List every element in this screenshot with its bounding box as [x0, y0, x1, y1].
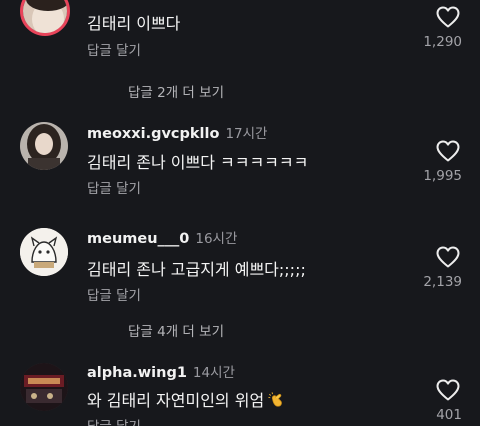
- heart-outline-icon[interactable]: [436, 140, 460, 162]
- reply-button[interactable]: 답글 달기: [87, 177, 141, 197]
- heart-outline-icon[interactable]: [436, 246, 460, 268]
- clapping-hands-emoji: [268, 392, 283, 407]
- comment-text: 와 김태리 자연미인의 위엄: [87, 387, 286, 411]
- comment-text-content: 와 김태리 자연미인의 위엄: [87, 391, 265, 410]
- like-count: 401: [436, 407, 462, 423]
- comments-screen: 김태리 이쁘다 답글 달기 1,290 답글 2개 더 보기 meoxxi.gv…: [0, 0, 480, 426]
- like-count: 1,290: [423, 34, 462, 50]
- comment-text: 김태리 존나 고급지게 예쁘다;;;;;: [87, 260, 306, 279]
- avatar[interactable]: [20, 363, 68, 411]
- reply-button[interactable]: 답글 달기: [87, 284, 141, 304]
- comment-username[interactable]: meumeu___0 16시간: [87, 227, 237, 247]
- comment-time: 16시간: [195, 231, 238, 247]
- heart-outline-icon[interactable]: [436, 6, 460, 28]
- heart-outline-icon[interactable]: [436, 379, 460, 401]
- like-count: 2,139: [423, 274, 462, 290]
- comment-text: 김태리 존나 이쁘다 ㅋㅋㅋㅋㅋㅋ: [87, 153, 309, 172]
- username-text[interactable]: meoxxi.gvcpkllo: [87, 126, 219, 142]
- comment-time: 17시간: [225, 126, 268, 142]
- like-count: 1,995: [423, 168, 462, 184]
- comment-username[interactable]: alpha.wing1 14시간: [87, 361, 235, 381]
- comment-text: 김태리 이쁘다: [87, 14, 181, 33]
- avatar[interactable]: [20, 122, 68, 170]
- comment-username[interactable]: meoxxi.gvcpkllo 17시간: [87, 122, 267, 142]
- avatar[interactable]: [20, 228, 68, 276]
- avatar[interactable]: [20, 0, 70, 36]
- view-more-replies-button[interactable]: 답글 2개 더 보기: [128, 81, 224, 101]
- reply-button[interactable]: 답글 달기: [87, 415, 141, 426]
- comment-time: 14시간: [192, 365, 235, 381]
- view-more-replies-button[interactable]: 답글 4개 더 보기: [128, 320, 224, 340]
- reply-button[interactable]: 답글 달기: [87, 39, 141, 59]
- username-text[interactable]: meumeu___0: [87, 231, 189, 247]
- username-text[interactable]: alpha.wing1: [87, 365, 187, 381]
